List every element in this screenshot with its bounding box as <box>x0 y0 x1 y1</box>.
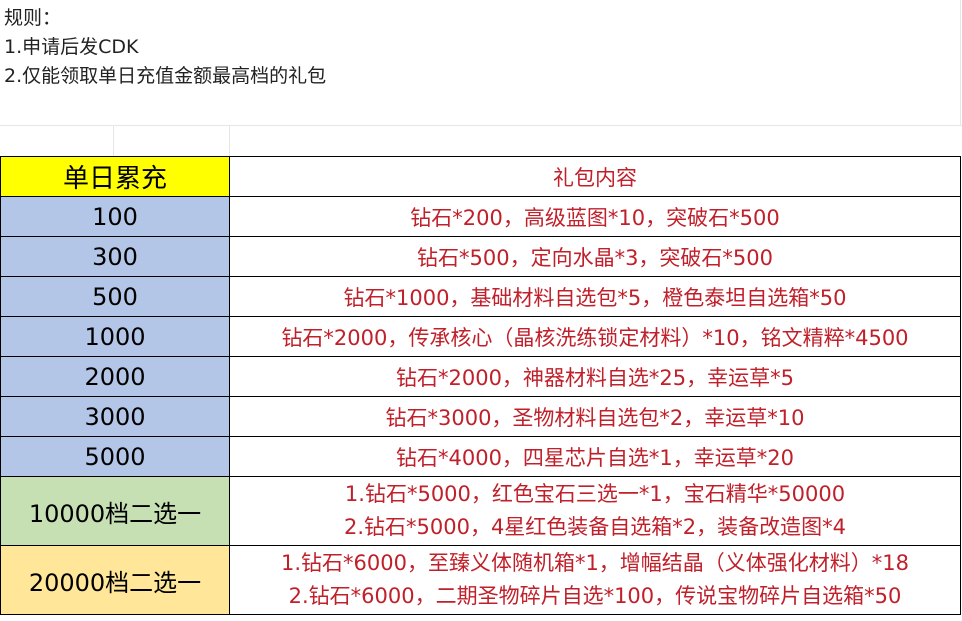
table-row: 2000 钻石*2000，神器材料自选*25，幸运草*5 <box>0 356 961 397</box>
gift-cell-tier-10000[interactable]: 1.钻石*5000，红色宝石三选一*1，宝石精华*50000 2.钻石*5000… <box>229 476 961 546</box>
header-amount-cell[interactable]: 单日累充 <box>0 156 230 197</box>
rules-line-1[interactable]: 1.申请后发CDK <box>4 33 962 62</box>
rules-title[interactable]: 规则： <box>4 4 962 33</box>
gift-cell[interactable]: 钻石*200，高级蓝图*10，突破石*500 <box>229 196 961 237</box>
rules-line-2[interactable]: 2.仅能领取单日充值金额最高档的礼包 <box>4 62 962 91</box>
gift-option-2: 2.钻石*6000，二期圣物碎片自选*100，传说宝物碎片自选箱*50 <box>288 584 902 608</box>
gift-cell[interactable]: 钻石*4000，四星芯片自选*1，幸运草*20 <box>229 436 961 477</box>
gift-option-1: 1.钻石*6000，至臻义体随机箱*1，增幅结晶（义体强化材料）*18 <box>280 551 910 575</box>
gift-cell-tier-20000[interactable]: 1.钻石*6000，至臻义体随机箱*1，增幅结晶（义体强化材料）*18 2.钻石… <box>229 545 961 615</box>
header-row: 单日累充 礼包内容 <box>0 156 961 197</box>
rules-section: 规则： 1.申请后发CDK 2.仅能领取单日充值金额最高档的礼包 <box>0 0 962 126</box>
table-row: 3000 钻石*3000，圣物材料自选包*2，幸运草*10 <box>0 396 961 437</box>
grid-line <box>229 126 230 157</box>
amount-cell[interactable]: 300 <box>0 236 230 277</box>
amount-cell[interactable]: 100 <box>0 196 230 237</box>
amount-cell[interactable]: 3000 <box>0 396 230 437</box>
gift-cell[interactable]: 钻石*2000，神器材料自选*25，幸运草*5 <box>229 356 961 397</box>
grid-line <box>960 0 961 126</box>
amount-cell[interactable]: 5000 <box>0 436 230 477</box>
table-row: 100 钻石*200，高级蓝图*10，突破石*500 <box>0 196 961 237</box>
gift-cell[interactable]: 钻石*1000，基础材料自选包*5，橙色泰坦自选箱*50 <box>229 276 961 317</box>
blank-spreadsheet-row <box>0 126 962 157</box>
amount-cell[interactable]: 1000 <box>0 316 230 357</box>
grid-line <box>113 126 114 157</box>
table-row: 5000 钻石*4000，四星芯片自选*1，幸运草*20 <box>0 436 961 477</box>
amount-cell-tier-10000[interactable]: 10000档二选一 <box>0 476 230 546</box>
gift-option-2: 2.钻石*5000，4星红色装备自选箱*2，装备改造图*4 <box>343 515 847 539</box>
gift-option-1: 1.钻石*5000，红色宝石三选一*1，宝石精华*50000 <box>344 482 846 506</box>
amount-cell-tier-20000[interactable]: 20000档二选一 <box>0 545 230 615</box>
amount-cell[interactable]: 2000 <box>0 356 230 397</box>
amount-cell[interactable]: 500 <box>0 276 230 317</box>
table-row: 1000 钻石*2000，传承核心（晶核洗练锁定材料）*10，铭文精粹*4500 <box>0 316 961 357</box>
table-row-tier-10000: 10000档二选一 1.钻石*5000，红色宝石三选一*1，宝石精华*50000… <box>0 476 961 546</box>
header-gift-cell[interactable]: 礼包内容 <box>229 156 961 197</box>
gift-cell[interactable]: 钻石*500，定向水晶*3，突破石*500 <box>229 236 961 277</box>
gift-cell[interactable]: 钻石*2000，传承核心（晶核洗练锁定材料）*10，铭文精粹*4500 <box>229 316 961 357</box>
table-row: 300 钻石*500，定向水晶*3，突破石*500 <box>0 236 961 277</box>
table-row: 500 钻石*1000，基础材料自选包*5，橙色泰坦自选箱*50 <box>0 276 961 317</box>
table-row-tier-20000: 20000档二选一 1.钻石*6000，至臻义体随机箱*1，增幅结晶（义体强化材… <box>0 545 961 615</box>
recharge-rewards-table: 单日累充 礼包内容 100 钻石*200，高级蓝图*10，突破石*500 300… <box>0 156 961 615</box>
gift-cell[interactable]: 钻石*3000，圣物材料自选包*2，幸运草*10 <box>229 396 961 437</box>
